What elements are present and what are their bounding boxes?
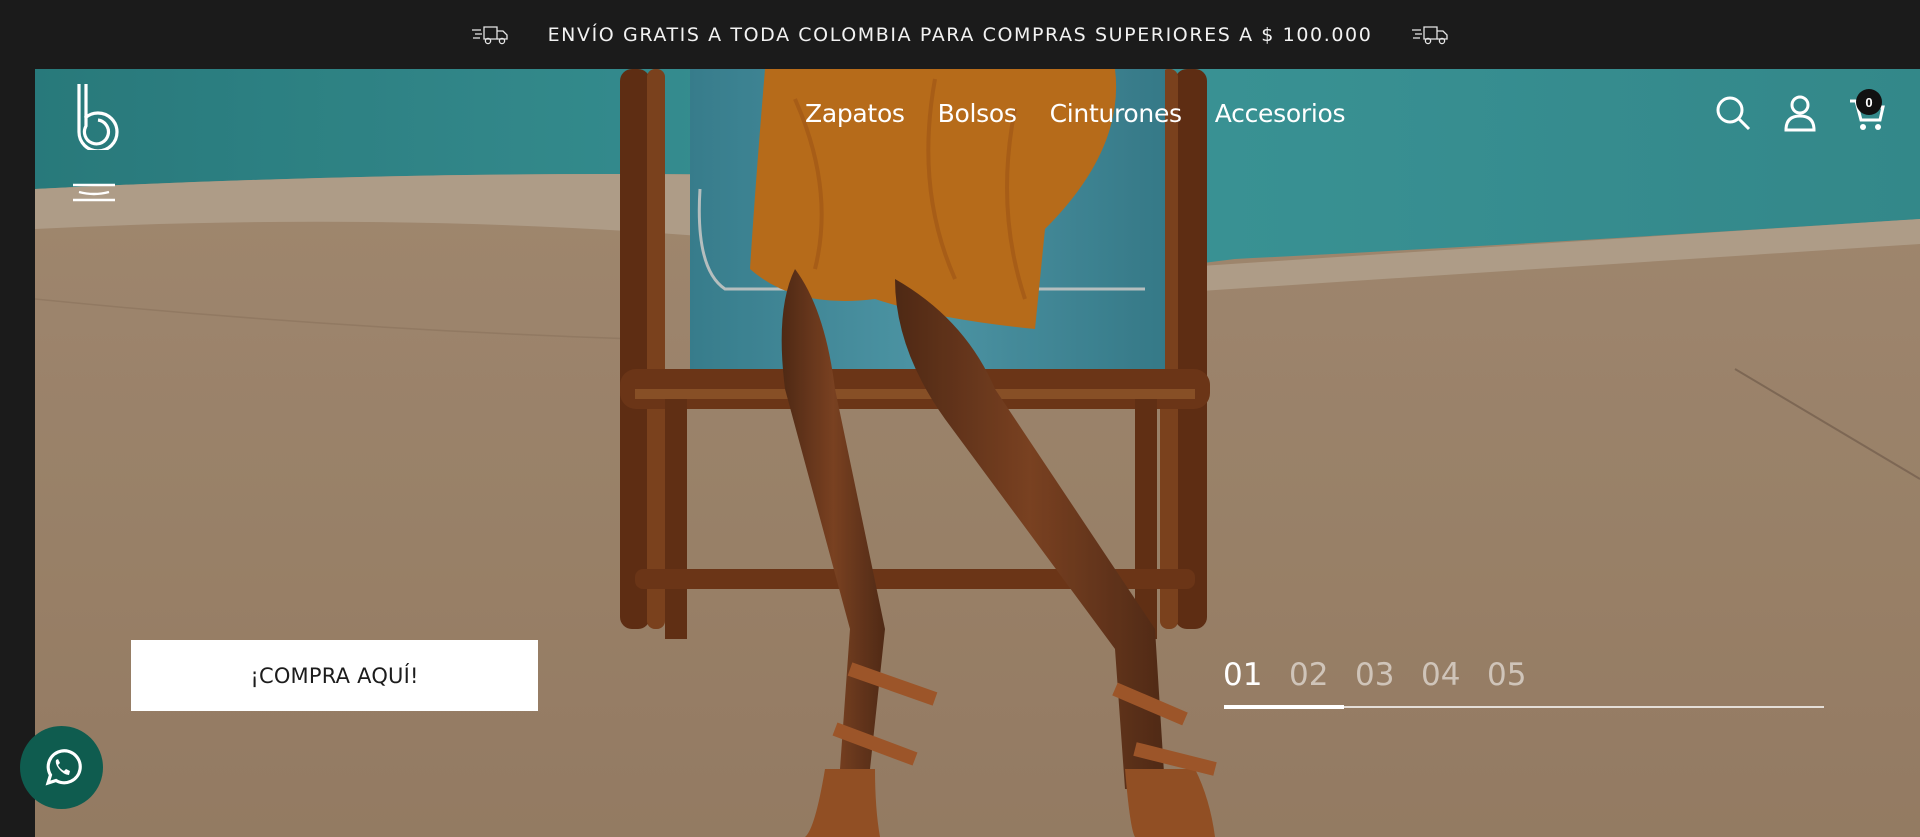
whatsapp-button[interactable]	[20, 726, 103, 809]
hamburger-menu-icon[interactable]	[71, 182, 117, 206]
slider-pagination: 01 02 03 04 05	[1223, 657, 1553, 693]
slide-number-05[interactable]: 05	[1487, 657, 1553, 693]
search-icon[interactable]	[1713, 93, 1753, 133]
announcement-text: ENVÍO GRATIS A TODA COLOMBIA PARA COMPRA…	[547, 23, 1373, 46]
nav-item-cinturones[interactable]: Cinturones	[1050, 99, 1182, 128]
brand-logo[interactable]	[75, 82, 121, 150]
nav-item-accesorios[interactable]: Accesorios	[1215, 99, 1346, 128]
nav-item-bolsos[interactable]: Bolsos	[938, 99, 1017, 128]
shop-now-button[interactable]: ¡COMPRA AQUÍ!	[131, 640, 538, 711]
slide-number-04[interactable]: 04	[1421, 657, 1487, 693]
main-navigation: Zapatos Bolsos Cinturones Accesorios	[805, 99, 1378, 128]
nav-item-zapatos[interactable]: Zapatos	[805, 99, 905, 128]
cart-count-badge: 0	[1856, 89, 1882, 115]
whatsapp-icon	[45, 748, 82, 785]
slider-progress-fill	[1224, 705, 1344, 709]
slide-number-01[interactable]: 01	[1223, 657, 1289, 693]
announcement-bar: ENVÍO GRATIS A TODA COLOMBIA PARA COMPRA…	[0, 0, 1920, 69]
slide-number-02[interactable]: 02	[1289, 657, 1355, 693]
delivery-truck-icon	[1412, 25, 1449, 44]
slide-number-03[interactable]: 03	[1355, 657, 1421, 693]
account-icon[interactable]	[1780, 93, 1820, 133]
hero-image	[35, 69, 1920, 837]
delivery-truck-icon	[471, 25, 508, 44]
slider-progress-track	[1224, 705, 1824, 709]
hero-banner: Zapatos Bolsos Cinturones Accesorios 0 ¡…	[35, 69, 1920, 837]
